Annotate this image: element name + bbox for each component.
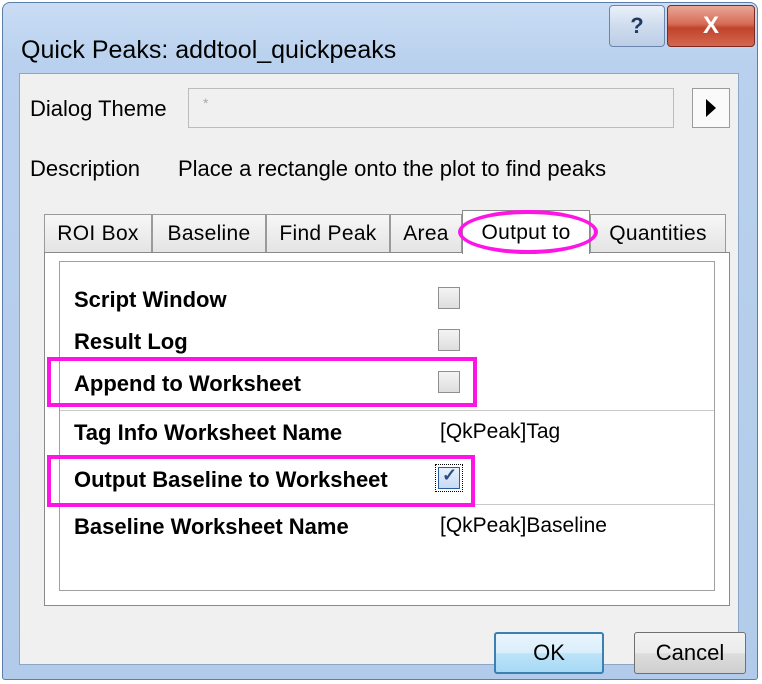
close-icon: X <box>702 12 719 39</box>
dialog-window: Quick Peaks: addtool_quickpeaks ? X Dial… <box>2 2 758 680</box>
baseline-name-input[interactable]: [QkPeak]Baseline <box>440 514 607 538</box>
help-icon: ? <box>630 13 644 38</box>
tab-roi-box[interactable]: ROI Box <box>44 214 152 252</box>
tab-baseline[interactable]: Baseline <box>152 214 266 252</box>
dialog-theme-label: Dialog Theme <box>30 96 167 121</box>
output-to-panel: Script Window Result Log Append to Works… <box>44 252 730 606</box>
window-title: Quick Peaks: addtool_quickpeaks <box>21 36 397 64</box>
script-window-label: Script Window <box>74 287 227 312</box>
description-label: Description <box>30 156 141 181</box>
append-worksheet-highlight <box>47 357 477 407</box>
tab-find-peak[interactable]: Find Peak <box>266 214 390 252</box>
description-text: Place a rectangle onto the plot to find … <box>178 156 607 181</box>
baseline-name-label: Baseline Worksheet Name <box>74 514 349 539</box>
dialog-body: Dialog Theme * Description Place a recta… <box>19 73 746 674</box>
tag-info-input[interactable]: [QkPeak]Tag <box>440 420 560 444</box>
output-options-frame: Script Window Result Log Append to Works… <box>59 261 715 591</box>
baseline-name-row: Baseline Worksheet Name [QkPeak]Baseline <box>60 504 714 549</box>
tag-info-row: Tag Info Worksheet Name [QkPeak]Tag <box>60 410 714 455</box>
dialog-theme-value: * <box>203 95 209 111</box>
title-bar[interactable]: Quick Peaks: addtool_quickpeaks ? X <box>3 3 757 73</box>
script-window-row: Script Window <box>60 278 714 322</box>
script-window-checkbox[interactable] <box>438 287 460 309</box>
tab-area[interactable]: Area <box>390 214 462 252</box>
help-button[interactable]: ? <box>609 5 665 47</box>
close-button[interactable]: X <box>667 5 755 47</box>
result-log-checkbox[interactable] <box>438 329 460 351</box>
theme-menu-button[interactable] <box>692 88 730 128</box>
output-tab-highlight <box>458 210 598 254</box>
triangle-right-icon <box>706 99 716 117</box>
cancel-button[interactable]: Cancel <box>634 632 746 674</box>
ok-button[interactable]: OK <box>494 632 604 674</box>
dialog-theme-field[interactable]: * <box>188 88 674 128</box>
result-log-label: Result Log <box>74 329 188 354</box>
tab-quantities[interactable]: Quantities <box>590 214 726 252</box>
tag-info-label: Tag Info Worksheet Name <box>74 420 343 445</box>
output-baseline-highlight <box>47 455 475 507</box>
